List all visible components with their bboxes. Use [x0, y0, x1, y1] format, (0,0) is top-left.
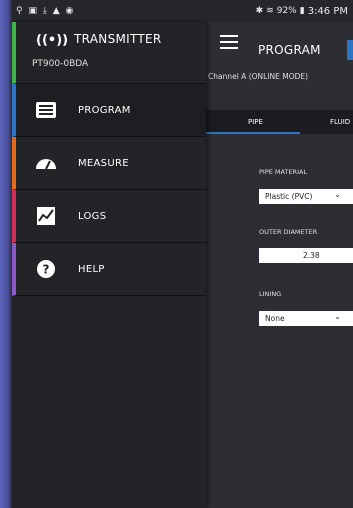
device-id: PT900-0BDA [32, 59, 89, 69]
bluetooth-icon: ✱ [255, 6, 264, 16]
channel-status: Channel A (ONLINE MODE) [208, 72, 309, 81]
tab-pipe[interactable]: PIPE [248, 118, 263, 126]
gauge-icon [34, 152, 58, 174]
action-button[interactable] [347, 40, 353, 60]
nav-item-measure[interactable]: MEASURE [12, 137, 206, 190]
tab-bar: PIPE FLUID [206, 110, 353, 134]
active-tab-indicator [206, 132, 300, 134]
outer-diameter-label: OUTER DIAMETER [259, 228, 318, 236]
lining-label: LINING [259, 290, 282, 298]
main-content: PROGRAM Channel A (ONLINE MODE) PIPE FLU… [206, 22, 353, 508]
chart-icon [34, 205, 58, 227]
transmitter-icon: ((•)) [36, 33, 69, 48]
help-icon: ? [34, 258, 58, 280]
status-time: 3:46 PM [307, 5, 348, 17]
nav-label-measure: MEASURE [78, 157, 129, 169]
message-icon: ◉ [65, 6, 74, 16]
nav-item-logs[interactable]: LOGS [12, 190, 206, 243]
tab-fluid[interactable]: FLUID [330, 118, 350, 126]
nav-label-logs: LOGS [78, 210, 107, 222]
nav-label-program: PROGRAM [78, 104, 131, 116]
app-title: TRANSMITTER [74, 32, 162, 46]
battery-icon: ▮ [299, 6, 305, 16]
outer-diameter-value: 2.38 [303, 251, 320, 260]
status-bar: ⚲ ▣ ⤓ ▲ ◉ ✱ ≋ 92% ▮ 3:46 PM [12, 0, 353, 22]
navigation-drawer: ((•)) TRANSMITTER PT900-0BDA PROGRAM MEA… [12, 22, 206, 508]
pipe-material-value: Plastic (PVC) [265, 192, 313, 201]
nav-item-help[interactable]: ? HELP [12, 243, 206, 296]
wifi-icon: ≋ [266, 6, 274, 16]
lining-value: None [265, 314, 285, 323]
page-title: PROGRAM [258, 43, 321, 57]
outer-diameter-input[interactable]: 2.38 [259, 248, 353, 263]
pipe-material-label: PIPE MATERIAL [259, 168, 308, 176]
usb-icon: ⚲ [16, 6, 23, 16]
chevron-down-icon: ⌄ [334, 312, 341, 321]
program-icon [34, 99, 58, 121]
battery-level: 92% [276, 6, 297, 16]
drawer-header: ((•)) TRANSMITTER PT900-0BDA [12, 22, 206, 84]
app-screen: ⚲ ▣ ⤓ ▲ ◉ ✱ ≋ 92% ▮ 3:46 PM ((•)) TRANSM… [12, 0, 353, 508]
chevron-down-icon: ⌄ [334, 190, 341, 199]
lining-select[interactable]: None ⌄ [259, 311, 353, 326]
image-icon: ▣ [28, 6, 37, 16]
top-app-bar: PROGRAM [206, 22, 353, 60]
pipe-material-select[interactable]: Plastic (PVC) ⌄ [259, 189, 353, 204]
svg-text:?: ? [43, 263, 50, 277]
status-right-icons: ✱ ≋ 92% ▮ 3:46 PM [256, 6, 351, 17]
nav-item-program[interactable]: PROGRAM [12, 84, 206, 137]
nav-label-help: HELP [78, 263, 105, 275]
menu-icon[interactable] [220, 35, 238, 53]
status-left-icons: ⚲ ▣ ⤓ ▲ ◉ [16, 6, 76, 16]
warning-icon: ▲ [52, 6, 60, 16]
download-icon: ⤓ [42, 6, 47, 16]
